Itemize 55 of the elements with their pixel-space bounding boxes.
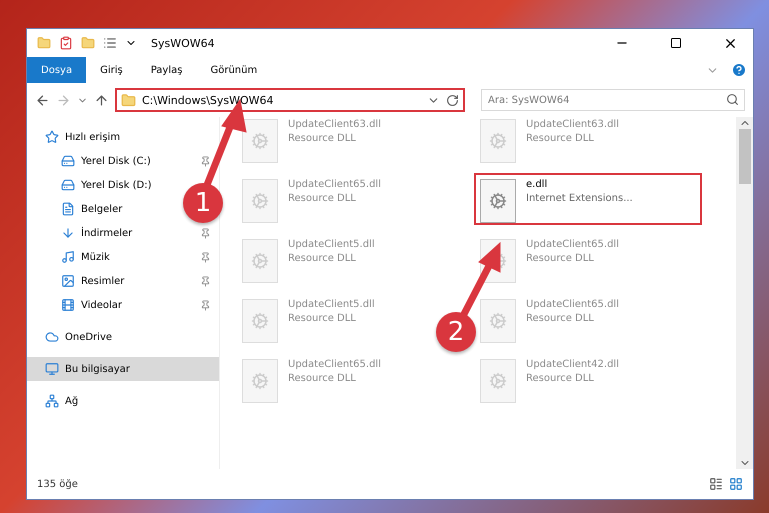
scrollbar-thumb[interactable]: [738, 129, 750, 184]
large-icons-view-icon[interactable]: [729, 477, 743, 491]
item-count: 135 öğe: [37, 478, 79, 490]
refresh-icon[interactable]: [446, 94, 459, 106]
window-title: SysWOW64: [151, 36, 215, 50]
scrollbar[interactable]: [736, 117, 753, 469]
checklist-icon[interactable]: [59, 36, 73, 50]
folder-icon: [121, 92, 136, 108]
ribbon-tab[interactable]: Giriş: [86, 57, 137, 83]
document-icon: [61, 202, 75, 216]
sidebar-item[interactable]: Yerel Disk (D:): [27, 173, 160, 197]
sidebar-item[interactable]: İndirmeler: [27, 221, 219, 245]
film-icon: [61, 298, 75, 312]
help-icon[interactable]: [731, 62, 747, 78]
star-icon: [45, 130, 59, 144]
drive-icon: [61, 178, 75, 192]
file-type: Resource DLL: [288, 373, 357, 384]
cloud-icon: [45, 330, 59, 344]
ribbon-tab[interactable]: Paylaş: [136, 57, 196, 83]
ribbon-tab[interactable]: Görünüm: [196, 57, 272, 83]
monitor-icon: [45, 362, 59, 376]
music-note-icon: [61, 250, 75, 264]
sidebar-item[interactable]: Müzik: [27, 245, 219, 269]
search-icon: [726, 93, 739, 106]
properties-icon[interactable]: [103, 36, 117, 50]
file-type: Resource DLL: [526, 313, 595, 324]
maximize-icon: [670, 37, 682, 49]
sidebar-item[interactable]: Videolar: [27, 293, 219, 317]
sidebar-item[interactable]: Bu bilgisayar: [27, 357, 219, 381]
file-type: Resource DLL: [526, 373, 595, 384]
file-type: Resource DLL: [288, 313, 357, 324]
ribbon-tab[interactable]: Dosya: [27, 57, 86, 83]
sidebar-item[interactable]: Resimler: [27, 269, 219, 293]
details-view-icon[interactable]: [709, 477, 723, 491]
file-type: Resource DLL: [288, 193, 357, 204]
picture-icon: [61, 274, 75, 288]
file-type: Resource DLL: [288, 253, 357, 264]
file-name[interactable]: e.dll: [526, 179, 633, 190]
sidebar-item[interactable]: OneDrive: [27, 325, 120, 349]
network-icon: [45, 394, 59, 408]
search-field[interactable]: Ara: SysWOW64: [481, 89, 745, 111]
drive-icon: [61, 154, 75, 168]
sidebar-item[interactable]: Yerel Disk (C:): [27, 149, 219, 173]
up-icon[interactable]: [94, 92, 109, 108]
address-bar[interactable]: C:\Windows\SysWOW64: [115, 88, 465, 112]
file-type: Resource DLL: [526, 133, 595, 144]
sidebar-item[interactable]: Belgeler: [27, 197, 130, 221]
file-type: Resource DLL: [526, 253, 595, 264]
highlighted-file-item[interactable]: e.dll Internet Extensions...: [474, 173, 702, 225]
download-icon: [61, 226, 75, 240]
sidebar-item[interactable]: Hızlı erişim: [27, 125, 128, 149]
back-icon[interactable]: [35, 92, 50, 108]
sidebar-item[interactable]: Ağ: [27, 389, 86, 413]
file-type: Resource DLL: [288, 133, 357, 144]
file-type: Internet Extensions...: [526, 193, 633, 204]
